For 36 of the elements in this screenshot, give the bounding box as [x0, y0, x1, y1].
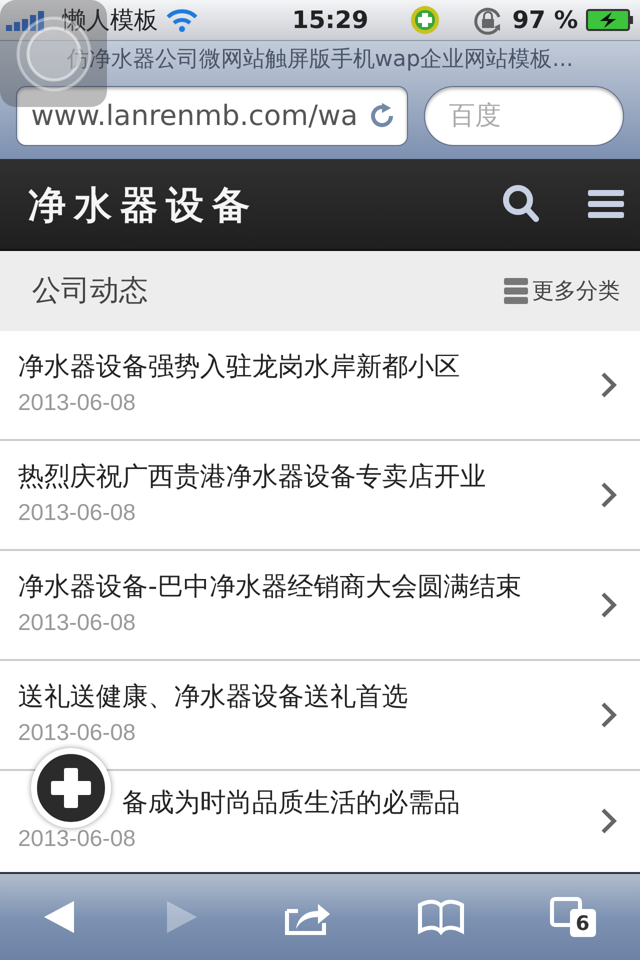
section-title: 公司动态	[32, 272, 148, 310]
plus-badge-icon	[410, 5, 440, 35]
tabs-button[interactable]: 6	[546, 893, 602, 941]
plus-icon	[49, 766, 93, 810]
news-title: 热烈庆祝广西贵港净水器设备专卖店开业	[18, 460, 486, 494]
news-title: 净水器设备强势入驻龙岗水岸新都小区	[18, 350, 460, 384]
news-title: 净水器设备-巴中净水器经销商大会圆满结束	[18, 570, 522, 604]
news-title: 备成为时尚品质生活的必需品	[122, 786, 460, 820]
chevron-icon[interactable]	[600, 701, 618, 729]
bookmarks-icon	[416, 897, 465, 937]
chevron-icon[interactable]	[600, 807, 618, 835]
address-field[interactable]: www.lanrenmb.com/wa	[16, 86, 408, 146]
carrier-name: 懒人模板	[62, 5, 158, 36]
news-date: 2013-06-08	[18, 608, 137, 637]
site-logo: 净水器设备	[28, 180, 258, 228]
news-date: 2013-06-08	[18, 718, 137, 747]
status-time: 15:29	[292, 5, 368, 36]
news-date: 2013-06-08	[18, 824, 137, 853]
list-icon	[504, 278, 528, 304]
search-icon[interactable]	[502, 184, 540, 224]
news-title: 送礼送健康、净水器设备送礼首选	[18, 680, 408, 714]
chevron-icon[interactable]	[600, 371, 618, 399]
more-label: 更多分类	[532, 278, 620, 306]
menu-icon[interactable]	[588, 189, 624, 219]
signal-icon	[6, 9, 46, 31]
chevron-icon[interactable]	[600, 481, 618, 509]
page-title: 仿净水器公司微网站触屏版手机wap企业网站模板...	[66, 46, 574, 74]
url-text: www.lanrenmb.com/wa	[31, 98, 359, 134]
battery-percent: 97 %	[512, 5, 578, 36]
battery-icon	[586, 8, 634, 32]
news-date: 2013-06-08	[18, 388, 137, 417]
more-categories-link[interactable]: 更多分类	[504, 274, 620, 308]
wifi-icon	[166, 8, 198, 32]
tab-count: 6	[570, 909, 596, 937]
chevron-icon[interactable]	[600, 591, 618, 619]
news-date: 2013-06-08	[18, 498, 137, 527]
